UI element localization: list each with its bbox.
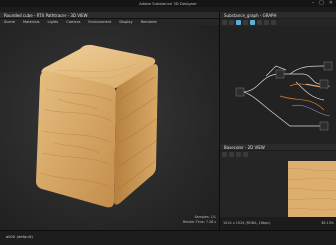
zoom-level[interactable]: 36.13%: [321, 221, 334, 225]
graph-tool-2-icon[interactable]: [229, 20, 234, 25]
view3d-title: Rounded cube - RTX Pathtracer - 3D VIEW: [4, 12, 88, 18]
view3d-viewport[interactable]: Samples: 1/1 Render Time: 7.26 s: [0, 25, 219, 230]
graph-tool-7-icon[interactable]: [264, 20, 269, 25]
graph-tool-4-icon[interactable]: [243, 20, 248, 25]
title-bar: Adobe Substance 3D Designer – □ ✕: [0, 0, 336, 7]
basecolor-texture: [288, 161, 336, 217]
render-stats: Samples: 1/1 Render Time: 7.26 s: [183, 215, 216, 224]
graph-tool-5-icon[interactable]: [250, 20, 255, 25]
graph-title: Substance_graph - GRAPH: [224, 12, 277, 18]
graph-tool-8-icon[interactable]: [271, 20, 276, 25]
view2d-header: Basecolor - 2D VIEW: [220, 144, 336, 150]
view2d-panel: Basecolor - 2D VIEW 1024 x 1024 (RGBA, 1…: [219, 144, 336, 230]
graph-canvas[interactable]: [220, 26, 336, 144]
window-controls: – □ ✕: [312, 0, 333, 6]
view3d-header: Rounded cube - RTX Pathtracer - 3D VIEW: [0, 12, 219, 19]
graph-node[interactable]: [323, 61, 333, 71]
graph-toolbar: [220, 19, 336, 26]
graph-panel: Substance_graph - GRAPH: [219, 12, 336, 144]
view2d-viewport[interactable]: [220, 157, 336, 217]
graph-tool-6-icon[interactable]: [257, 20, 262, 25]
status-bar: all00 (default): [0, 230, 336, 245]
app-title: Adobe Substance 3D Designer: [139, 1, 197, 6]
minimize-button[interactable]: –: [312, 0, 315, 6]
view3d-panel: Rounded cube - RTX Pathtracer - 3D VIEW …: [0, 12, 219, 230]
graph-tool-3-icon[interactable]: [236, 20, 241, 25]
close-button[interactable]: ✕: [329, 0, 333, 6]
graph-node[interactable]: [235, 87, 245, 97]
graph-node[interactable]: [319, 79, 329, 89]
material-selector[interactable]: all00 (default): [6, 234, 33, 239]
graph-node[interactable]: [275, 69, 285, 79]
graph-tool-1-icon[interactable]: [222, 20, 227, 25]
node-graph[interactable]: [220, 26, 336, 144]
graph-header: Substance_graph - GRAPH: [220, 12, 336, 18]
view2d-title: Basecolor - 2D VIEW: [224, 144, 265, 150]
maximize-button[interactable]: □: [319, 0, 324, 6]
texture-info: 1024 x 1024 (RGBA, 16bpc): [223, 221, 271, 225]
wood-cube[interactable]: [18, 39, 168, 214]
render-time-text: Render Time: 7.26 s: [182, 219, 216, 224]
graph-node[interactable]: [319, 121, 329, 131]
